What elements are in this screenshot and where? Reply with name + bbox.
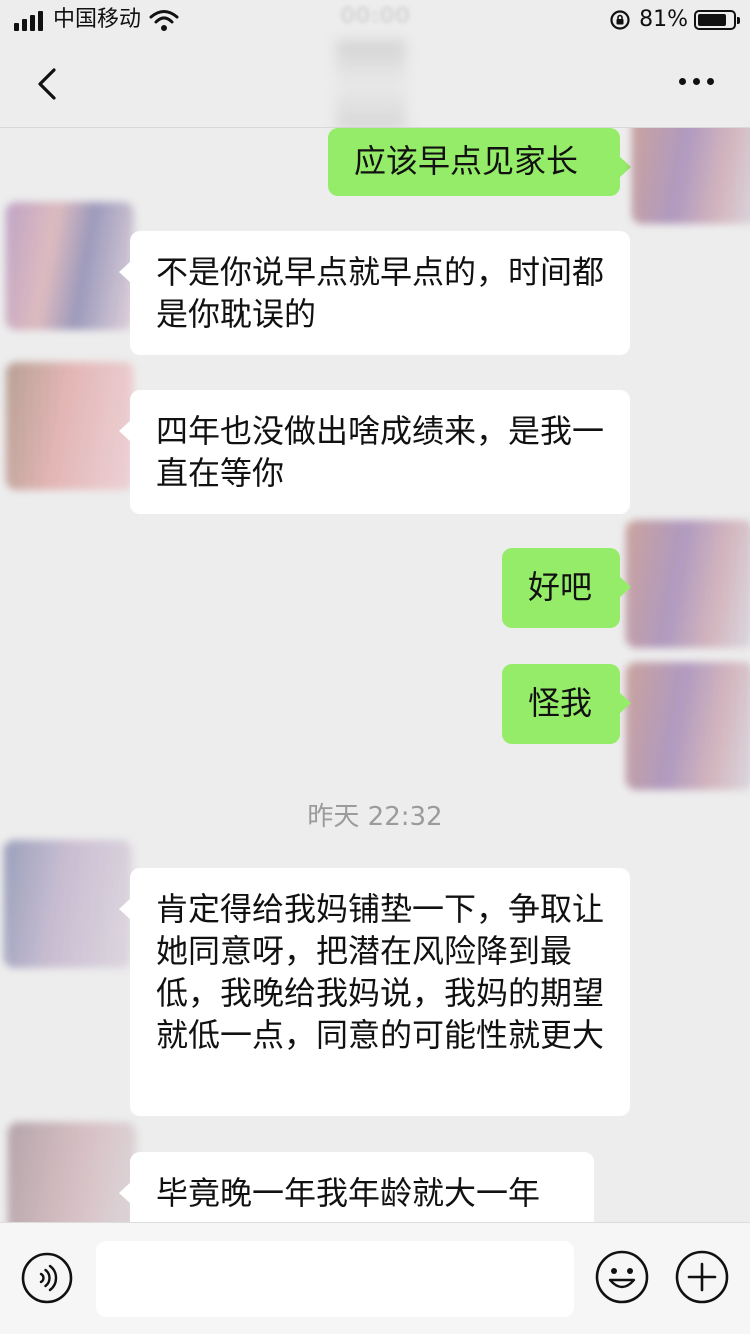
contact-name-redacted [336,40,406,130]
contact-avatar[interactable] [6,202,134,330]
message-bubble-incoming[interactable]: 毕竟晚一年我年龄就大一年 [119,1152,594,1222]
rotation-lock-icon [610,10,630,30]
voice-icon[interactable] [20,1251,74,1305]
input-bar [0,1222,750,1334]
status-right: 81% [609,5,740,35]
my-avatar[interactable] [626,662,750,790]
battery-fill [698,14,726,26]
plus-icon[interactable] [674,1249,730,1305]
chat-timestamp: 昨天 22:32 [307,802,443,832]
message-text: 不是你说早点就早点的，时间都是你耽误的 [156,253,605,333]
status-bar: 中国移动 00:00 81% [0,0,750,40]
battery-icon [694,10,740,30]
message-bubble-incoming[interactable]: 肯定得给我妈铺垫一下，争取让她同意呀，把潜在风险降到最低，我晚给我妈说，我妈的期… [119,868,630,1116]
message-text: 毕竟晚一年我年龄就大一年 [156,1174,541,1212]
emoji-icon[interactable] [594,1249,650,1305]
chat-header [0,40,750,130]
more-dots-icon[interactable] [679,78,714,85]
message-bubble-incoming[interactable]: 不是你说早点就早点的，时间都是你耽误的 [119,231,630,355]
message-list[interactable]: 应该早点见家长 不是你说早点就早点的，时间都是你耽误的 四年也没做出啥成绩来，是… [0,128,750,1222]
message-bubble-outgoing[interactable]: 应该早点见家长 [328,128,631,196]
contact-avatar[interactable] [6,362,134,490]
message-text: 四年也没做出啥成绩来，是我一直在等你 [156,412,605,492]
message-bubble-outgoing[interactable]: 怪我 [502,664,631,744]
message-text: 应该早点见家长 [354,142,579,180]
message-text: 好吧 [528,568,593,606]
battery-percent: 81% [639,7,688,32]
message-bubble-incoming[interactable]: 四年也没做出啥成绩来，是我一直在等你 [119,390,630,514]
message-input[interactable] [96,1241,574,1317]
message-bubble-outgoing[interactable]: 好吧 [502,548,631,628]
message-text: 肯定得给我妈铺垫一下，争取让她同意呀，把潜在风险降到最低，我晚给我妈说，我妈的期… [156,890,605,1054]
contact-avatar[interactable] [4,840,132,968]
contact-avatar[interactable] [8,1122,136,1222]
my-avatar[interactable] [632,128,750,224]
message-text: 怪我 [528,684,593,722]
my-avatar[interactable] [626,520,750,648]
chevron-left-icon[interactable] [28,62,68,106]
